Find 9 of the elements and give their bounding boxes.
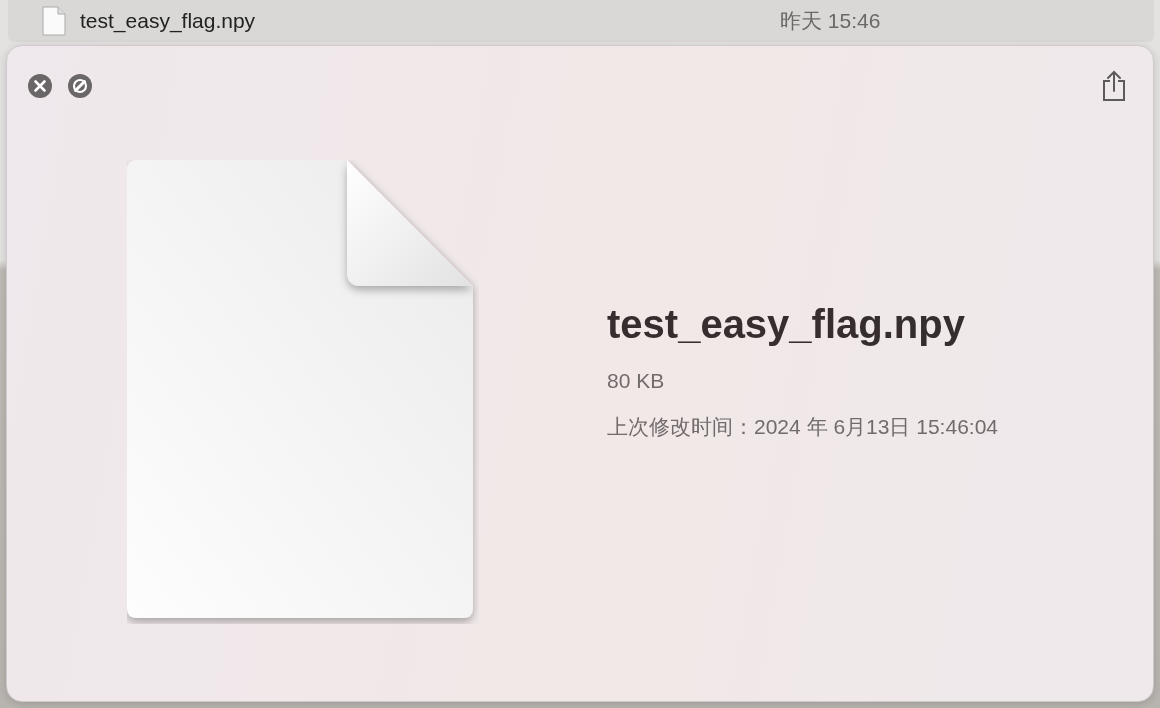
file-name: test_easy_flag.npy: [80, 9, 257, 33]
file-title: test_easy_flag.npy: [607, 302, 966, 347]
file-date: 昨天 15:46: [780, 8, 881, 34]
file-size: 80 KB: [607, 369, 666, 393]
share-button[interactable]: [1101, 70, 1127, 102]
modified-date: 上次修改时间：2024 年 6月13日 15:46:04: [607, 414, 998, 440]
close-button[interactable]: [27, 73, 53, 99]
file-icon: [42, 6, 66, 36]
file-row[interactable]: test_easy_flag.npy 昨天 15:46: [8, 0, 1154, 42]
